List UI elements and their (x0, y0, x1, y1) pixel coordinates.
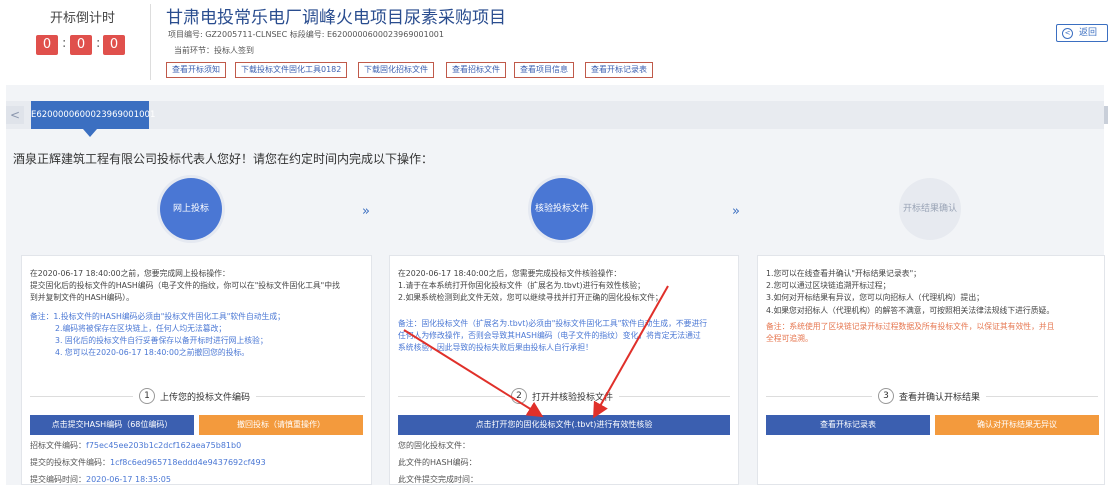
arrow-annotation-left (403, 329, 544, 418)
arrow-annotation-right (593, 285, 669, 419)
annotation-arrows (403, 285, 669, 419)
